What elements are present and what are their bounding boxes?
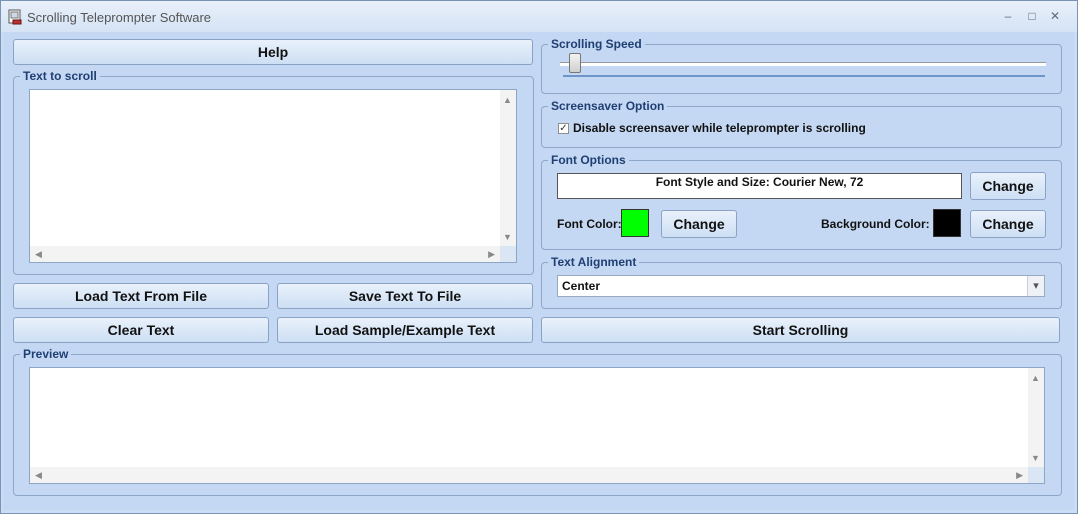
disable-screensaver-label[interactable]: Disable screensaver while teleprompter i… — [573, 121, 866, 135]
scroll-down-icon[interactable]: ▼ — [503, 232, 512, 242]
maximize-button[interactable]: □ — [1023, 8, 1041, 24]
preview-group: Preview ▲ ▼ ◀ ▶ — [13, 346, 1062, 496]
app-icon — [8, 9, 22, 25]
font-options-group: Font Options Font Style and Size: Courie… — [541, 152, 1062, 250]
text-horizontal-scrollbar[interactable]: ◀ ▶ — [30, 246, 500, 262]
checkmark-icon: ✓ — [559, 123, 568, 134]
speed-slider-thumb[interactable] — [569, 53, 582, 73]
scroll-left-icon[interactable]: ◀ — [35, 249, 42, 259]
speed-slider-scale — [563, 75, 1045, 77]
app-window: Scrolling Teleprompter Software – □ ✕ He… — [0, 0, 1078, 514]
change-font-button[interactable]: Change — [970, 172, 1046, 200]
preview-horizontal-scrollbar[interactable]: ◀ ▶ — [30, 467, 1028, 483]
save-text-to-file-button[interactable]: Save Text To File — [277, 283, 533, 309]
load-text-from-file-button[interactable]: Load Text From File — [13, 283, 269, 309]
scrollbar-corner — [500, 246, 516, 262]
close-button[interactable]: ✕ — [1046, 8, 1064, 24]
scrolling-speed-group: Scrolling Speed — [541, 36, 1062, 94]
preview-label: Preview — [20, 346, 72, 362]
scroll-up-icon[interactable]: ▲ — [1031, 373, 1040, 383]
window-title: Scrolling Teleprompter Software — [27, 10, 212, 25]
text-to-scroll-label: Text to scroll — [20, 68, 100, 84]
help-button[interactable]: Help — [13, 39, 533, 65]
scroll-right-icon[interactable]: ▶ — [1016, 470, 1023, 480]
scroll-up-icon[interactable]: ▲ — [503, 95, 512, 105]
scroll-left-icon[interactable]: ◀ — [35, 470, 42, 480]
font-color-label: Font Color: — [557, 217, 622, 231]
client-area: Help Text to scroll ▲ ▼ ◀ ▶ Load Text Fr… — [3, 32, 1074, 510]
change-background-color-button[interactable]: Change — [970, 210, 1046, 238]
background-color-label: Background Color: — [821, 217, 930, 231]
text-alignment-group: Text Alignment Center ▾ — [541, 254, 1062, 309]
scrollbar-corner — [1028, 467, 1044, 483]
title-bar: Scrolling Teleprompter Software – □ ✕ — [1, 1, 1077, 32]
scrolling-speed-label: Scrolling Speed — [548, 36, 645, 52]
scroll-right-icon[interactable]: ▶ — [488, 249, 495, 259]
speed-slider-track[interactable] — [560, 62, 1046, 66]
text-to-scroll-group: Text to scroll ▲ ▼ ◀ ▶ — [13, 68, 534, 275]
preview-vertical-scrollbar[interactable]: ▲ ▼ — [1028, 368, 1044, 467]
font-options-label: Font Options — [548, 152, 629, 168]
text-alignment-select[interactable]: Center ▾ — [557, 275, 1045, 297]
text-to-scroll-input[interactable]: ▲ ▼ ◀ ▶ — [29, 89, 517, 263]
screensaver-option-label: Screensaver Option — [548, 98, 668, 114]
font-style-display: Font Style and Size: Courier New, 72 — [557, 173, 962, 199]
disable-screensaver-checkbox[interactable]: ✓ — [558, 123, 569, 134]
background-color-swatch — [933, 209, 961, 237]
chevron-down-icon[interactable]: ▾ — [1027, 276, 1044, 296]
font-color-swatch — [621, 209, 649, 237]
text-alignment-value: Center — [562, 279, 601, 293]
preview-area[interactable]: ▲ ▼ ◀ ▶ — [29, 367, 1045, 484]
scroll-down-icon[interactable]: ▼ — [1031, 453, 1040, 463]
text-alignment-label: Text Alignment — [548, 254, 640, 270]
clear-text-button[interactable]: Clear Text — [13, 317, 269, 343]
load-sample-text-button[interactable]: Load Sample/Example Text — [277, 317, 533, 343]
text-vertical-scrollbar[interactable]: ▲ ▼ — [500, 90, 516, 246]
screensaver-option-group: Screensaver Option ✓ Disable screensaver… — [541, 98, 1062, 148]
minimize-button[interactable]: – — [999, 8, 1017, 24]
change-font-color-button[interactable]: Change — [661, 210, 737, 238]
start-scrolling-button[interactable]: Start Scrolling — [541, 317, 1060, 343]
